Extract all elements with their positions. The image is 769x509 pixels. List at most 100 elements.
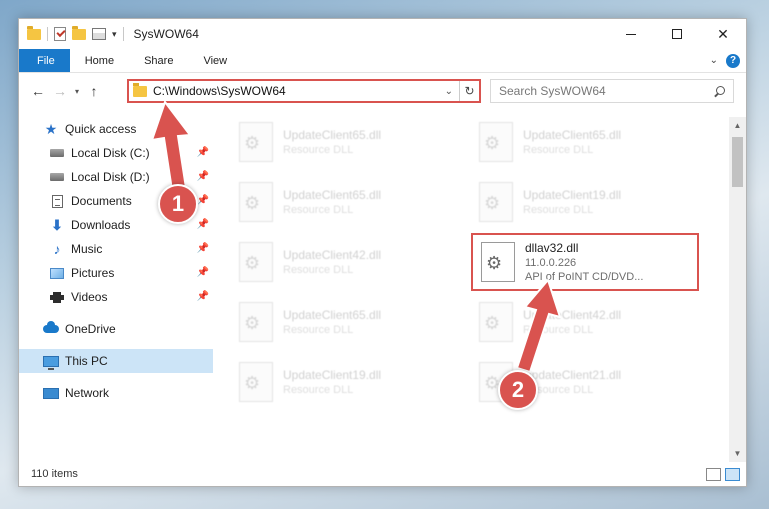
up-arrow-icon[interactable]: ↑	[83, 83, 105, 99]
file-item[interactable]: UpdateClient65.dll Resource DLL	[231, 297, 461, 347]
close-button[interactable]: ✕	[700, 19, 746, 49]
sidebar-item-label: OneDrive	[65, 322, 116, 336]
step-2-badge: 2	[498, 370, 538, 410]
refresh-icon[interactable]: ↻	[459, 81, 479, 101]
file-name: UpdateClient19.dll	[523, 188, 622, 202]
sidebar-item-this-pc[interactable]: This PC	[19, 349, 213, 373]
disk-icon	[49, 146, 65, 160]
status-bar: 110 items	[19, 462, 746, 486]
chevron-down-icon[interactable]: ▾	[112, 29, 117, 40]
dll-file-icon	[239, 302, 273, 342]
scroll-down-icon[interactable]: ▼	[729, 445, 746, 462]
network-icon	[43, 386, 59, 400]
sidebar-item-local-disk-c[interactable]: Local Disk (C:) 📌	[19, 141, 213, 165]
minimize-button[interactable]	[608, 19, 654, 49]
divider	[47, 27, 48, 41]
file-item[interactable]: UpdateClient65.dll Resource DLL	[471, 117, 701, 167]
sidebar-item-label: Network	[65, 386, 110, 400]
file-name: UpdateClient42.dll	[283, 248, 382, 262]
file-item-dllav32[interactable]: dllav32.dll 11.0.0.226 API of PoINT CD/D…	[471, 233, 699, 291]
tab-share[interactable]: Share	[129, 49, 188, 72]
file-item[interactable]: UpdateClient42.dll Resource DLL	[471, 297, 701, 347]
tiles-view-icon[interactable]	[725, 467, 740, 481]
forward-arrow-icon[interactable]: →	[49, 83, 71, 99]
details-view-icon[interactable]	[706, 467, 721, 481]
file-name: UpdateClient65.dll	[523, 128, 622, 142]
file-item[interactable]: UpdateClient65.dll Resource DLL	[231, 177, 461, 227]
pin-icon: 📌	[196, 291, 209, 302]
sidebar-item-label: Downloads	[71, 218, 131, 232]
folder-icon	[27, 25, 41, 40]
sidebar-item-network[interactable]: Network	[19, 381, 213, 405]
tab-file[interactable]: File	[19, 49, 70, 72]
ribbon-tabs: File Home Share View ⌄ ?	[19, 49, 746, 73]
file-type: Resource DLL	[283, 264, 354, 276]
dll-file-icon	[239, 122, 273, 162]
minimize-icon	[626, 33, 636, 35]
pin-icon: 📌	[196, 147, 209, 158]
sidebar-item-label: Videos	[71, 290, 108, 304]
file-item[interactable]: UpdateClient19.dll Resource DLL	[471, 177, 701, 227]
dll-file-icon	[479, 122, 513, 162]
search-input[interactable]: Search SysWOW64	[490, 79, 734, 103]
sidebar-item-pictures[interactable]: Pictures 📌	[19, 261, 213, 285]
file-version: 11.0.0.226	[525, 257, 577, 269]
file-list: UpdateClient65.dll Resource DLL UpdateCli…	[223, 117, 728, 462]
dll-file-icon	[479, 302, 513, 342]
file-name: dllav32.dll	[525, 241, 579, 255]
disk-icon	[49, 170, 65, 184]
scroll-thumb[interactable]	[732, 137, 743, 187]
file-type: Resource DLL	[523, 204, 594, 216]
maximize-icon	[672, 29, 682, 39]
sidebar-item-label: Music	[71, 242, 103, 256]
file-item[interactable]: UpdateClient42.dll Resource DLL	[231, 237, 461, 287]
navigation-pane: ★ Quick access Local Disk (C:) 📌 Local D…	[19, 117, 213, 447]
file-item[interactable]: UpdateClient19.dll Resource DLL	[231, 357, 461, 407]
customize-toolbar-icon[interactable]	[92, 28, 106, 40]
quick-access-toolbar: ▾	[19, 19, 124, 49]
file-type: Resource DLL	[523, 324, 594, 336]
cloud-icon	[43, 321, 59, 336]
sidebar-item-label: This PC	[65, 354, 108, 368]
address-bar[interactable]: C:\Windows\SysWOW64 ⌄ ↻	[127, 79, 481, 103]
sidebar-item-videos[interactable]: Videos 📌	[19, 285, 213, 309]
address-path[interactable]: C:\Windows\SysWOW64	[153, 84, 286, 98]
sidebar-item-label: Local Disk (D:)	[71, 170, 150, 184]
step-1-badge: 1	[158, 184, 198, 224]
sidebar-item-music[interactable]: ♪ Music 📌	[19, 237, 213, 261]
search-icon	[714, 85, 725, 97]
help-icon[interactable]: ?	[726, 53, 740, 68]
sidebar-item-onedrive[interactable]: OneDrive	[19, 317, 213, 341]
maximize-button[interactable]	[654, 19, 700, 49]
dll-file-icon	[239, 242, 273, 282]
pin-icon: 📌	[196, 219, 209, 230]
back-arrow-icon[interactable]: ←	[27, 83, 49, 99]
properties-check-icon[interactable]	[54, 27, 66, 41]
dll-file-icon	[481, 242, 515, 282]
download-icon: ⬇	[51, 216, 63, 233]
window-controls: ✕	[608, 19, 746, 49]
file-name: UpdateClient42.dll	[523, 308, 622, 322]
new-folder-icon[interactable]	[72, 25, 86, 40]
dll-file-icon	[479, 182, 513, 222]
navigation-bar: ← → ▾ ↑ C:\Windows\SysWOW64 ⌄ ↻ Search S…	[19, 77, 746, 105]
sidebar-item-quick-access[interactable]: ★ Quick access	[19, 117, 213, 141]
tab-home[interactable]: Home	[70, 49, 129, 72]
address-dropdown-icon[interactable]: ⌄	[445, 86, 459, 97]
file-name: UpdateClient21.dll	[523, 368, 622, 382]
file-type: Resource DLL	[283, 204, 354, 216]
tab-view[interactable]: View	[188, 49, 242, 72]
expand-ribbon-icon[interactable]: ⌄	[710, 55, 718, 66]
sidebar-item-label: Pictures	[71, 266, 115, 280]
documents-icon	[49, 194, 65, 208]
scroll-up-icon[interactable]: ▲	[729, 117, 746, 134]
recent-locations-chevron-icon[interactable]: ▾	[71, 87, 83, 96]
divider	[122, 27, 124, 41]
file-name: UpdateClient65.dll	[283, 188, 382, 202]
videos-icon	[49, 290, 65, 304]
vertical-scrollbar[interactable]: ▲ ▼	[729, 117, 746, 462]
file-item[interactable]: UpdateClient65.dll Resource DLL	[231, 117, 461, 167]
file-description: API of PoINT CD/DVD...	[525, 271, 644, 283]
pc-icon	[43, 354, 59, 370]
sidebar-item-label: Documents	[71, 194, 132, 208]
